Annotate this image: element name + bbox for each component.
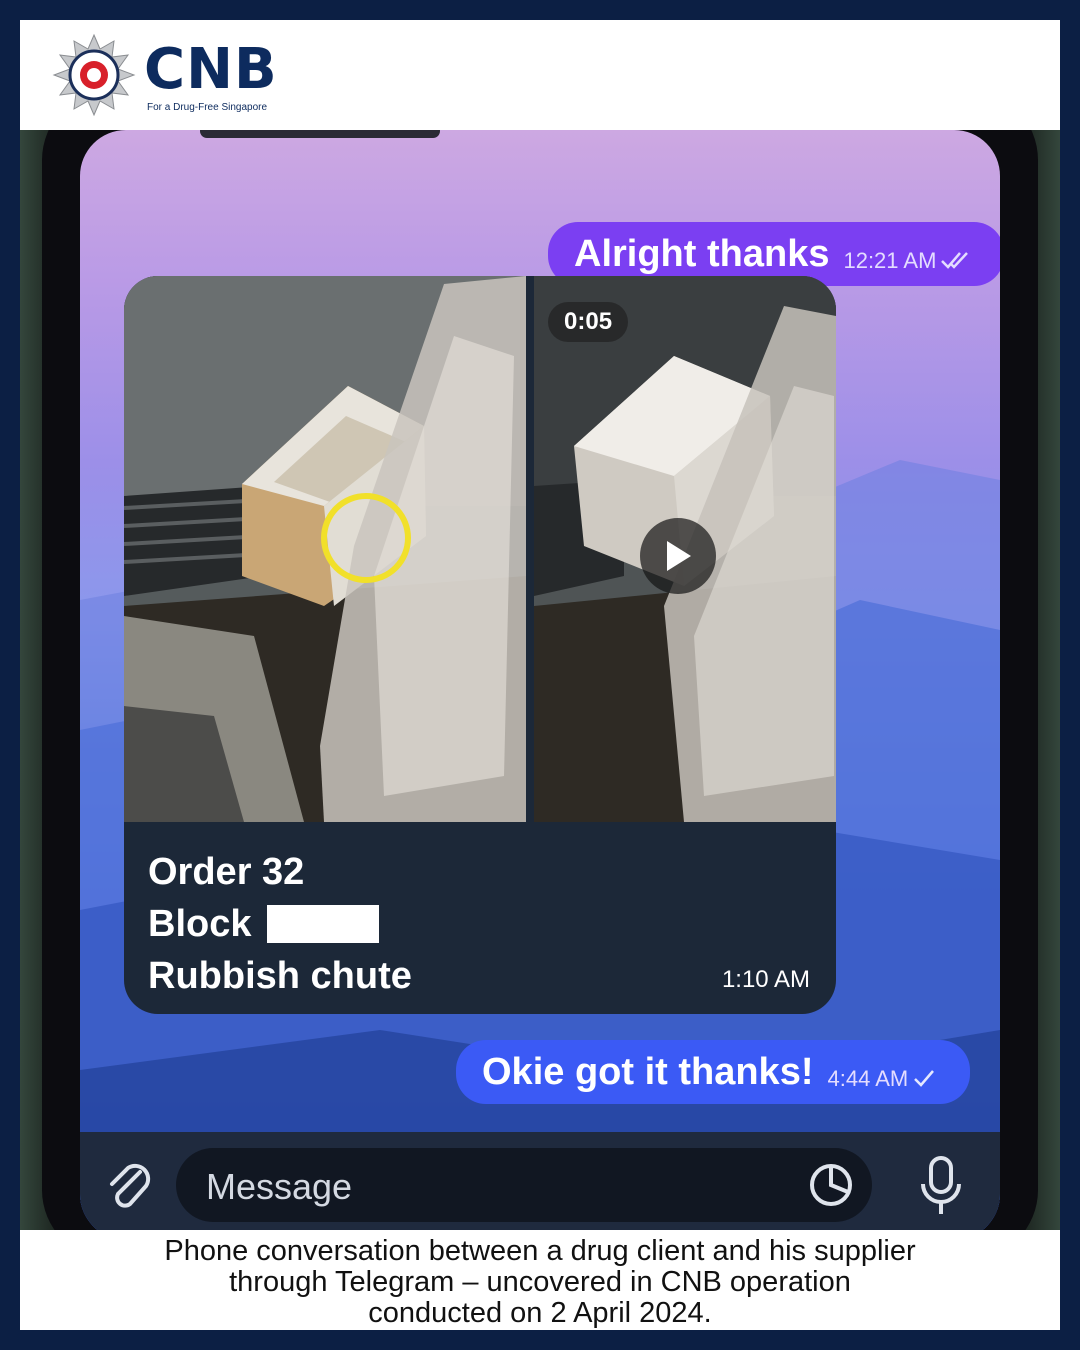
play-button[interactable] <box>640 518 716 594</box>
sticker-icon[interactable] <box>808 1162 854 1208</box>
message-placeholder: Message <box>206 1166 353 1207</box>
caption-line: through Telegram – uncovered in CNB oper… <box>229 1266 851 1298</box>
play-icon <box>667 541 691 571</box>
post-frame: CNB For a Drug-Free Singapore Alright th… <box>20 20 1060 1330</box>
message-text: Alright thanks <box>574 232 830 275</box>
double-check-icon <box>941 252 969 269</box>
message-time: 12:21 AM <box>843 248 937 273</box>
message-time: 1:10 AM <box>721 966 810 993</box>
outgoing-message[interactable]: Okie got it thanks! 4:44 AM <box>456 1040 971 1104</box>
check-icon <box>914 1070 935 1087</box>
previous-bubble-edge <box>200 130 440 138</box>
header: CNB For a Drug-Free Singapore <box>20 20 1060 130</box>
caption-line: Rubbish chute <box>148 955 412 997</box>
photo-scene <box>124 276 526 822</box>
phone-photo: Alright thanks 12:21 AM 0:05 Order 32 Bl… <box>20 130 1060 1230</box>
media-caption: Order 32 Block Rubbish chute <box>148 846 412 1002</box>
photo-caption: Phone conversation between a drug client… <box>20 1230 1060 1330</box>
paperclip-icon[interactable] <box>102 1158 158 1214</box>
caption-line: Order 32 <box>148 851 305 893</box>
video-attachment[interactable]: 0:05 <box>534 276 836 822</box>
incoming-media-message[interactable]: 0:05 Order 32 Block Rubbish chute 1:10 A… <box>124 276 836 1014</box>
message-time: 4:44 AM <box>827 1066 909 1091</box>
video-duration: 0:05 <box>548 302 629 342</box>
photo-attachment[interactable] <box>124 276 526 822</box>
message-composer: Message <box>80 1132 1000 1230</box>
message-input[interactable]: Message <box>176 1148 872 1222</box>
caption-line: Phone conversation between a drug client… <box>164 1235 916 1267</box>
microphone-icon[interactable] <box>918 1154 964 1218</box>
caption-line: conducted on 2 April 2024. <box>368 1297 712 1329</box>
message-text: Okie got it thanks! <box>482 1050 814 1093</box>
tagline: For a Drug-Free Singapore <box>147 102 268 113</box>
cnb-logo-text: CNB <box>144 37 278 102</box>
caption-line: Block <box>148 903 252 945</box>
telegram-screen: Alright thanks 12:21 AM 0:05 Order 32 Bl… <box>80 130 1000 1230</box>
redaction-box <box>267 905 380 943</box>
cnb-crest-icon <box>52 33 136 117</box>
phone-device: Alright thanks 12:21 AM 0:05 Order 32 Bl… <box>42 130 1038 1230</box>
